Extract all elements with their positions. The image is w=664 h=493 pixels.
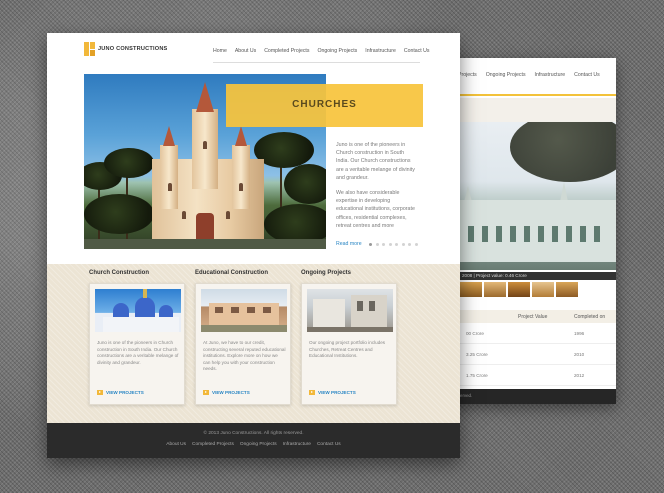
secondary-nav: Projects Ongoing Projects Infrastructure… xyxy=(458,72,600,78)
brand-logo[interactable]: JUNO CONSTRUCTIONS xyxy=(84,42,168,56)
hero-banner: CHURCHES xyxy=(226,84,423,127)
secondary-header-band xyxy=(458,98,616,124)
view-projects-link[interactable]: VIEW PROJECTS xyxy=(203,390,250,395)
feature-card: Juno is one of the pioneers in Church co… xyxy=(89,283,185,405)
hero-banner-title: CHURCHES xyxy=(292,99,357,110)
nav-contact-us[interactable]: Contact Us xyxy=(404,48,430,54)
secondary-page-preview: Projects Ongoing Projects Infrastructure… xyxy=(440,58,616,404)
feature-card: At Juno, we have to our credit, construc… xyxy=(195,283,291,405)
thumbnail[interactable] xyxy=(556,282,578,297)
play-arrow-icon xyxy=(203,390,209,395)
feature-text: Our ongoing project portfolio includes C… xyxy=(309,340,386,359)
slider-dot[interactable] xyxy=(395,243,398,246)
footer-copyright: © 2013 Juno Constructions. All rights re… xyxy=(203,431,304,436)
secondary-nav-ongoing[interactable]: Ongoing Projects xyxy=(486,72,526,78)
footer-link-contact-us[interactable]: Contact Us xyxy=(317,442,341,447)
view-projects-link[interactable]: VIEW PROJECTS xyxy=(309,390,356,395)
feature-heading: Church Construction xyxy=(89,270,149,276)
footer-link-completed-projects[interactable]: Completed Projects xyxy=(192,442,234,447)
slider-dot[interactable] xyxy=(375,243,379,246)
slider-dot[interactable] xyxy=(382,243,385,246)
play-arrow-icon xyxy=(97,390,103,395)
feature-image-church xyxy=(95,289,181,332)
hero-paragraph: We also have considerable expertise in d… xyxy=(336,190,415,229)
secondary-thumbnail-strip xyxy=(460,282,578,297)
read-more-link[interactable]: Read more xyxy=(336,241,362,247)
secondary-accent-rule xyxy=(458,94,616,96)
feature-ongoing-projects: Ongoing Projects Our ongoing project por… xyxy=(301,270,397,405)
play-arrow-icon xyxy=(309,390,315,395)
footer-link-infrastructure[interactable]: Infrastructure xyxy=(283,442,311,447)
slider-dot[interactable] xyxy=(408,243,411,246)
nav-ongoing-projects[interactable]: Ongoing Projects xyxy=(317,48,357,54)
secondary-projects-table: Project Value Completed on 00 Crore 1996… xyxy=(460,310,616,386)
feature-church-construction: Church Construction Juno is one of the p… xyxy=(89,270,185,405)
slider-pagination xyxy=(369,243,418,246)
logo-mark-icon xyxy=(84,42,95,56)
table-row: 1.75 Crore 2012 xyxy=(460,365,616,386)
feature-image-ongoing xyxy=(307,289,393,332)
nav-home[interactable]: Home xyxy=(213,48,227,54)
slider-dot[interactable] xyxy=(414,243,418,246)
hero-description: Juno is one of the pioneers in Church co… xyxy=(336,141,418,230)
thumbnail[interactable] xyxy=(532,282,554,297)
brand-name: JUNO CONSTRUCTIONS xyxy=(98,46,168,52)
secondary-nav-infrastructure[interactable]: Infrastructure xyxy=(535,72,566,78)
secondary-nav-contact[interactable]: Contact Us xyxy=(574,72,600,78)
footer-nav: About Us Completed Projects Ongoing Proj… xyxy=(47,442,460,447)
homepage-preview: JUNO CONSTRUCTIONS Home About Us Complet… xyxy=(47,33,460,458)
nav-divider xyxy=(213,62,420,63)
thumbnail[interactable] xyxy=(460,282,482,297)
secondary-project-photo xyxy=(460,122,616,270)
nav-about-us[interactable]: About Us xyxy=(235,48,256,54)
main-nav: Home About Us Completed Projects Ongoing… xyxy=(213,48,430,54)
feature-text: At Juno, we have to our credit, construc… xyxy=(203,340,286,372)
footer-link-about-us[interactable]: About Us xyxy=(166,442,186,447)
nav-completed-projects[interactable]: Completed Projects xyxy=(264,48,309,54)
secondary-photo-caption: 2008 | Project value: 0.46 Crore xyxy=(460,272,616,280)
secondary-footer: erved. xyxy=(440,389,616,404)
table-header: Project Value Completed on xyxy=(460,310,616,323)
thumbnail[interactable] xyxy=(484,282,506,297)
secondary-nav-projects[interactable]: Projects xyxy=(458,72,477,78)
feature-heading: Educational Construction xyxy=(195,270,269,276)
feature-educational-construction: Educational Construction At Juno, we hav… xyxy=(195,270,291,405)
feature-image-school xyxy=(201,289,287,332)
slider-dot[interactable] xyxy=(388,243,392,246)
slider-dot[interactable] xyxy=(369,243,372,246)
view-projects-link[interactable]: VIEW PROJECTS xyxy=(97,390,144,395)
footer-link-ongoing-projects[interactable]: Ongoing Projects xyxy=(240,442,277,447)
thumbnail[interactable] xyxy=(508,282,530,297)
table-row: 3.25 Crore 2010 xyxy=(460,344,616,365)
feature-text: Juno is one of the pioneers in Church co… xyxy=(97,340,179,365)
hero-paragraph: Juno is one of the pioneers in Church co… xyxy=(336,142,415,181)
feature-heading: Ongoing Projects xyxy=(301,270,352,276)
feature-card: Our ongoing project portfolio includes C… xyxy=(301,283,397,405)
features-section: Church Construction Juno is one of the p… xyxy=(47,264,460,423)
table-row: 00 Crore 1996 xyxy=(460,323,616,344)
nav-infrastructure[interactable]: Infrastructure xyxy=(365,48,396,54)
site-footer: © 2013 Juno Constructions. All rights re… xyxy=(47,423,460,458)
slider-dot[interactable] xyxy=(401,243,405,246)
